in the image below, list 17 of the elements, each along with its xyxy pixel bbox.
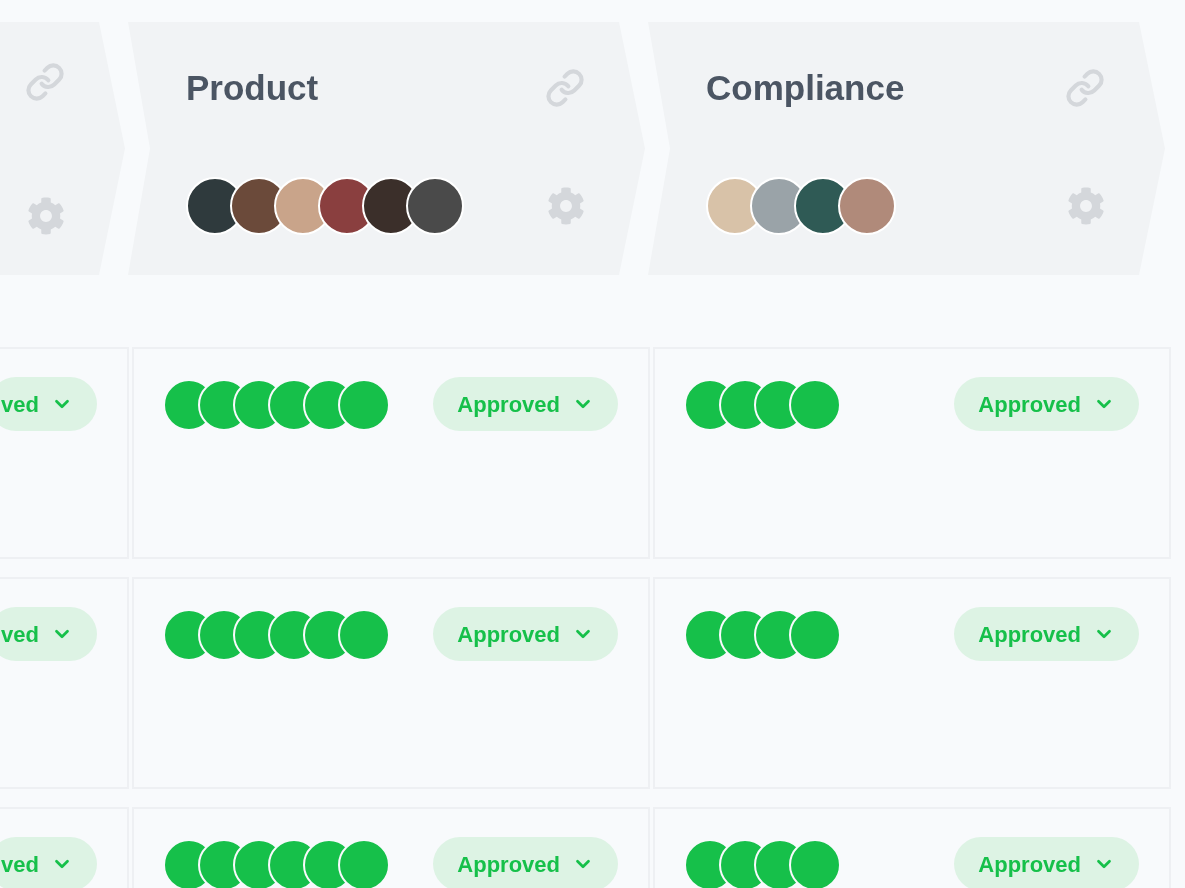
- status-dropdown[interactable]: ved: [0, 607, 97, 661]
- link-icon[interactable]: [1065, 68, 1105, 109]
- status-dropdown[interactable]: ved: [0, 837, 97, 888]
- status-dropdown[interactable]: Approved: [433, 377, 618, 431]
- link-icon[interactable]: [25, 62, 65, 102]
- status-dropdown[interactable]: Approved: [433, 607, 618, 661]
- status-dropdown[interactable]: Approved: [954, 837, 1139, 888]
- status-dropdown[interactable]: Approved: [954, 607, 1139, 661]
- status-dropdown[interactable]: Approved: [433, 837, 618, 888]
- status-dropdown[interactable]: Approved: [954, 377, 1139, 431]
- stage-title: Compliance: [706, 67, 905, 109]
- stage-title: Product: [186, 67, 319, 109]
- settings-icon[interactable]: [27, 197, 65, 235]
- status-dropdown[interactable]: ved: [0, 377, 97, 431]
- settings-icon[interactable]: [1067, 187, 1105, 225]
- link-icon[interactable]: [545, 68, 585, 109]
- settings-icon[interactable]: [547, 187, 585, 225]
